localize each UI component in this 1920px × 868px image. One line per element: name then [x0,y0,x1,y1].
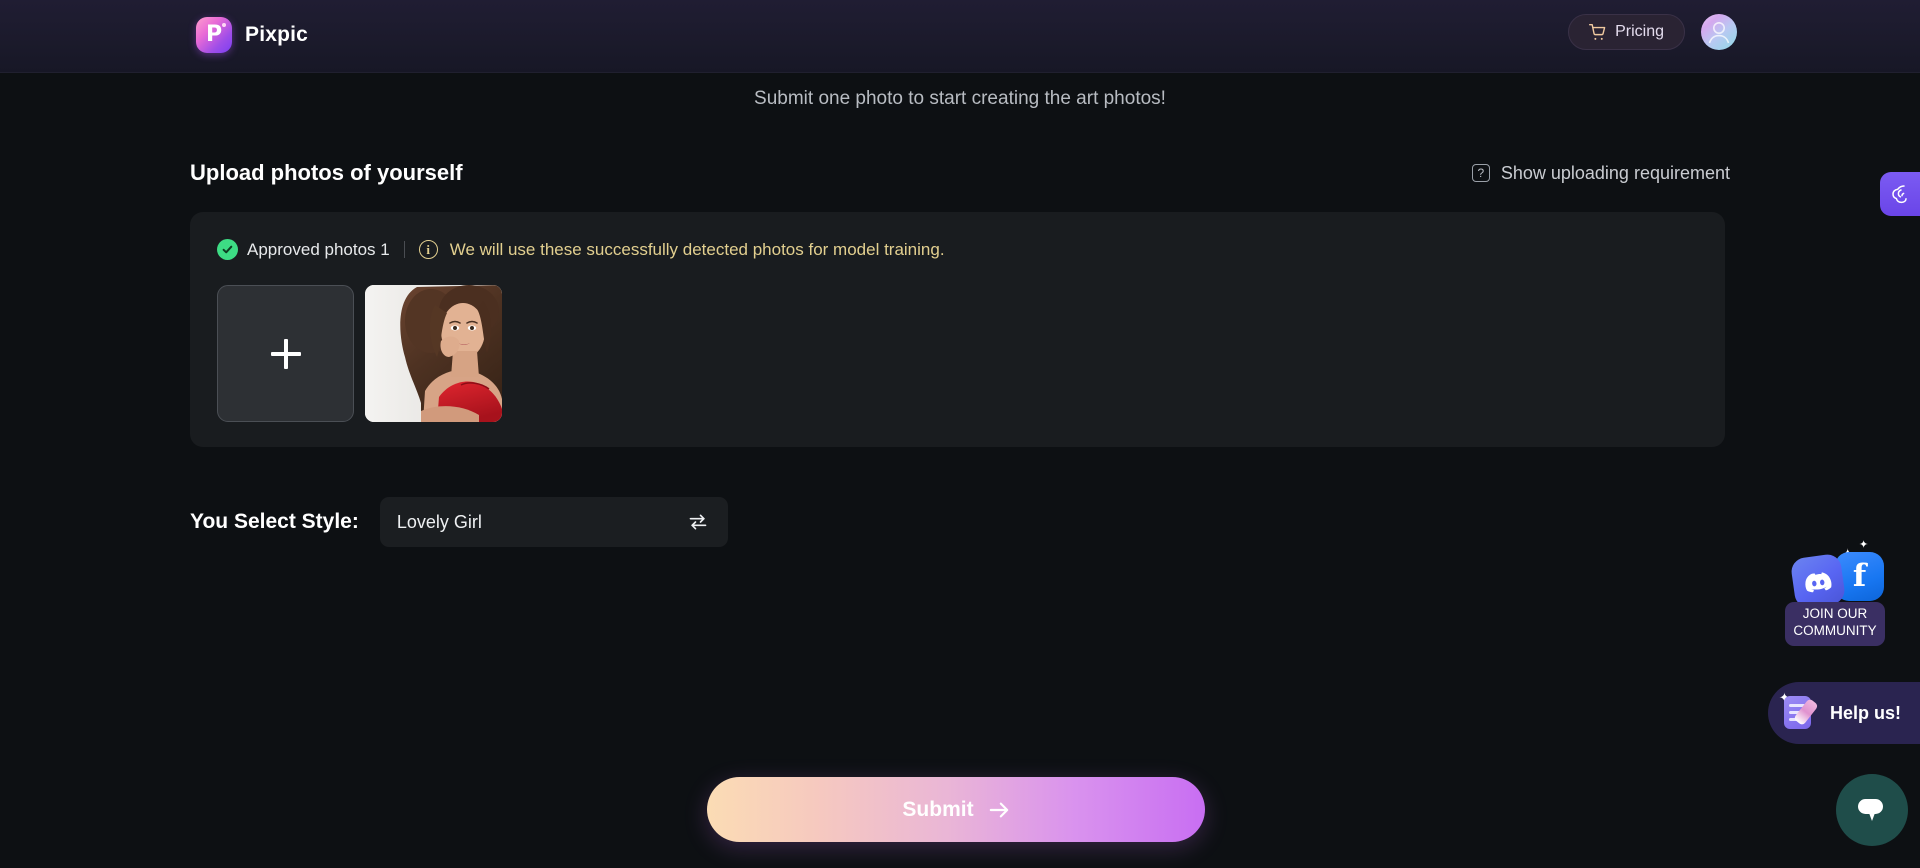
app-root: P Pixpic Pricing Submit one photo to sta… [0,0,1920,868]
shopping-cart-icon [1589,23,1606,40]
portrait-photo-image [365,285,502,422]
page-subtitle: Submit one photo to start creating the a… [754,88,1166,109]
help-us-label: Help us! [1830,702,1902,723]
check-circle-icon [217,239,238,260]
chat-bubble-icon [1858,799,1883,821]
show-uploading-requirement-label: Show uploading requirement [1500,162,1730,183]
pricing-button[interactable]: Pricing [1568,14,1685,50]
help-question-icon: ? [1471,164,1490,182]
community-label: JOIN OUR COMMUNITY [1785,602,1885,646]
help-us-widget[interactable]: ✦ Help us! [1768,682,1920,744]
feedback-document-icon: ✦ [1779,691,1822,733]
brand-name: Pixpic [245,23,309,46]
sparkle-icon: ✦ [1859,539,1869,551]
logo-letter: P [205,22,223,47]
photo-thumbnail-list [217,285,502,422]
submit-label: Submit [902,797,974,821]
community-label-line1: JOIN OUR [1802,606,1868,621]
page-title: Upload photos of yourself [190,160,463,185]
arrow-right-icon [989,802,1008,817]
discord-glyph [1805,572,1832,593]
approved-status-row: Approved photos 1 i We will use these su… [217,239,945,260]
plus-icon [270,338,301,369]
submit-button[interactable]: Submit [707,777,1205,842]
avatar-person-icon [1708,22,1730,44]
status-divider [403,241,405,258]
upload-section-header: Upload photos of yourself ? Show uploadi… [190,160,1730,186]
style-selector-row: You Select Style: Lovely Girl [190,497,728,547]
pixpic-logo-icon: P [196,17,232,53]
swap-horizontal-icon [689,514,707,530]
info-icon: i [418,240,438,259]
join-community-widget[interactable]: ✦ ✦ f JOIN OUR COMMUNITY [1785,530,1905,646]
chat-support-button[interactable] [1836,774,1908,846]
brain-ai-tab[interactable] [1880,172,1920,216]
logo-dot [222,23,226,27]
pricing-label: Pricing [1615,23,1664,40]
brand-logo[interactable]: P Pixpic [196,17,308,53]
training-notice-text: We will use these successfully detected … [449,239,945,259]
style-select-value: Lovely Girl [396,511,482,532]
show-uploading-requirement-link[interactable]: ? Show uploading requirement [1471,162,1730,184]
style-label: You Select Style: [190,510,359,533]
discord-icon[interactable] [1789,552,1847,610]
approved-photos-label: Approved photos 1 [247,239,390,259]
community-label-line2: COMMUNITY [1793,622,1877,638]
community-social-icons: ✦ ✦ f [1789,540,1901,610]
style-select[interactable]: Lovely Girl [379,497,728,547]
add-photo-button[interactable] [217,285,354,422]
check-mark [222,245,233,254]
user-avatar[interactable] [1701,14,1737,50]
photo-thumbnail[interactable] [365,285,502,422]
brain-ai-icon [1892,185,1907,204]
header-actions: Pricing [1568,14,1737,50]
app-header: P Pixpic Pricing [0,0,1920,73]
upload-card: Approved photos 1 i We will use these su… [190,212,1725,447]
